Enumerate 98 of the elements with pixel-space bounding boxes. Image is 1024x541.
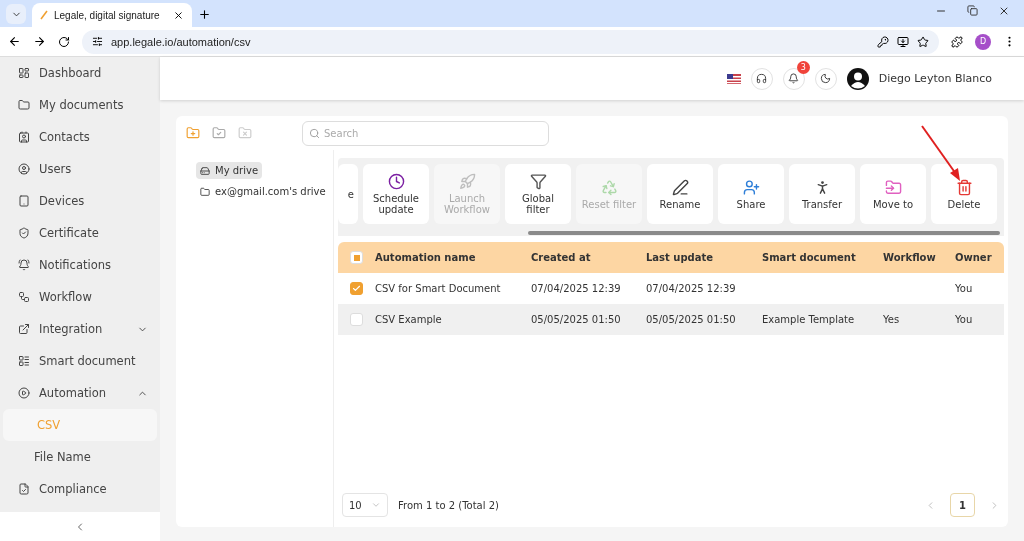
sidebar-item[interactable]: Smart document bbox=[0, 345, 160, 377]
action-icon bbox=[387, 173, 405, 190]
sidebar-item-icon bbox=[18, 291, 30, 303]
extensions-icon[interactable] bbox=[951, 35, 963, 48]
bell-icon bbox=[788, 73, 800, 84]
pagination-summary: From 1 to 2 (Total 2) bbox=[398, 499, 499, 511]
sidebar-item[interactable]: Devices bbox=[0, 185, 160, 217]
action-button[interactable]: Schedule update bbox=[363, 164, 429, 224]
table-cell-text: 05/05/2025 01:50 bbox=[646, 314, 737, 325]
key-icon[interactable] bbox=[877, 35, 889, 48]
forward-icon[interactable] bbox=[33, 35, 46, 48]
action-button[interactable]: Global filter bbox=[505, 164, 571, 224]
sidebar-subitem[interactable]: File Name bbox=[0, 441, 160, 473]
sidebar-item[interactable]: Certificate bbox=[0, 217, 160, 249]
sidebar-item-icon bbox=[18, 483, 30, 495]
profile-avatar[interactable]: D bbox=[975, 33, 991, 50]
bookmark-icon[interactable] bbox=[917, 35, 929, 48]
action-button[interactable]: e bbox=[338, 164, 358, 224]
drive-icon bbox=[200, 165, 210, 176]
sidebar-item[interactable]: Automation bbox=[0, 377, 160, 409]
table-cell-text: 05/05/2025 01:50 bbox=[531, 314, 622, 325]
action-button[interactable]: Transfer bbox=[789, 164, 855, 224]
sidebar-item[interactable]: Notifications bbox=[0, 249, 160, 281]
table-row[interactable]: CSV Example 05/05/2025 01:50 05/05/2025 01:50 Example Template Yes You bbox=[338, 304, 1004, 335]
folder-icon bbox=[200, 186, 210, 197]
sidebar-item[interactable]: Users bbox=[0, 153, 160, 185]
user-name[interactable]: Diego Leyton Blanco bbox=[878, 72, 992, 85]
action-icon bbox=[529, 173, 547, 190]
browser-tab[interactable]: Legale, digital signature bbox=[32, 3, 192, 27]
search-icon bbox=[309, 127, 320, 139]
chevron-down-icon bbox=[371, 500, 381, 510]
row-checkbox[interactable] bbox=[350, 282, 363, 295]
column-header: Workflow bbox=[883, 252, 937, 263]
drive-label: My drive bbox=[215, 165, 259, 176]
action-icon bbox=[955, 178, 973, 196]
table-cell-text: CSV for Smart Document bbox=[375, 283, 502, 294]
table-cell-text: 07/04/2025 12:39 bbox=[646, 283, 737, 294]
sidebar-item-icon bbox=[18, 355, 30, 367]
table-cell-text: CSV Example bbox=[375, 314, 443, 325]
sidebar-item-icon bbox=[18, 323, 30, 335]
sidebar-item-icon bbox=[18, 67, 30, 79]
install-icon[interactable] bbox=[897, 35, 909, 48]
action-icon bbox=[458, 173, 476, 190]
address-bar[interactable]: app.legale.io/automation/csv bbox=[82, 29, 939, 54]
column-header: Created at bbox=[531, 252, 592, 263]
restore-icon[interactable] bbox=[967, 4, 978, 16]
table-cell-text: Example Template bbox=[762, 314, 856, 325]
select-all-checkbox[interactable] bbox=[350, 251, 363, 264]
sidebar-item[interactable]: Integration bbox=[0, 313, 160, 345]
column-header: Automation name bbox=[375, 252, 477, 263]
site-settings-icon[interactable] bbox=[92, 36, 103, 47]
sidebar-item[interactable]: Compliance bbox=[0, 473, 160, 505]
sidebar-item[interactable]: My documents bbox=[0, 89, 160, 121]
sidebar-item-icon bbox=[18, 259, 30, 271]
column-header: Smart document bbox=[762, 252, 857, 263]
headset-icon bbox=[756, 73, 768, 84]
drive-item[interactable]: ex@gmail.com's drive bbox=[196, 183, 330, 200]
sidebar-item-icon bbox=[18, 131, 30, 143]
horizontal-scrollbar[interactable] bbox=[338, 230, 1004, 236]
sidebar-item-icon bbox=[18, 387, 30, 399]
row-checkbox[interactable] bbox=[350, 313, 363, 326]
action-button[interactable]: Rename bbox=[647, 164, 713, 224]
folder-check-icon[interactable] bbox=[212, 126, 226, 140]
search-field[interactable]: Search bbox=[302, 120, 549, 146]
action-button[interactable]: Move to bbox=[860, 164, 926, 224]
page-button[interactable]: 1 bbox=[950, 493, 975, 517]
table-cell-text: Yes bbox=[883, 314, 901, 325]
action-button[interactable]: Delete bbox=[931, 164, 997, 224]
new-tab-icon[interactable] bbox=[198, 8, 211, 21]
column-header: Last update bbox=[646, 252, 715, 263]
table-cell-text: You bbox=[955, 283, 974, 294]
sidebar-item-icon bbox=[18, 163, 30, 175]
sidebar-item-icon bbox=[18, 195, 30, 207]
moon-icon bbox=[820, 73, 832, 84]
notification-badge: 3 bbox=[796, 60, 810, 74]
sidebar-item[interactable]: Workflow bbox=[0, 281, 160, 313]
action-icon bbox=[600, 178, 618, 196]
page-size-select[interactable]: 10 bbox=[342, 493, 388, 517]
sidebar-item-icon bbox=[18, 99, 30, 111]
action-button[interactable]: Share bbox=[718, 164, 784, 224]
sidebar-item[interactable]: Contacts bbox=[0, 121, 160, 153]
action-icon bbox=[884, 178, 902, 196]
drive-label: ex@gmail.com's drive bbox=[215, 186, 326, 197]
table-cell-text: 07/04/2025 12:39 bbox=[531, 283, 622, 294]
sidebar-item-icon bbox=[18, 227, 30, 239]
column-header: Owner bbox=[955, 252, 993, 263]
check-icon bbox=[352, 284, 361, 293]
table-cell-text: You bbox=[955, 314, 974, 325]
pen-icon bbox=[40, 10, 48, 20]
drive-item[interactable]: My drive bbox=[196, 162, 263, 179]
action-icon bbox=[742, 178, 760, 196]
user-avatar[interactable] bbox=[846, 67, 869, 90]
back-icon[interactable] bbox=[8, 35, 21, 48]
action-icon bbox=[671, 178, 689, 196]
sidebar-item[interactable]: Dashboard bbox=[0, 57, 160, 89]
close-icon[interactable] bbox=[173, 9, 184, 21]
flag-icon[interactable] bbox=[726, 73, 741, 84]
reload-icon[interactable] bbox=[58, 35, 70, 48]
